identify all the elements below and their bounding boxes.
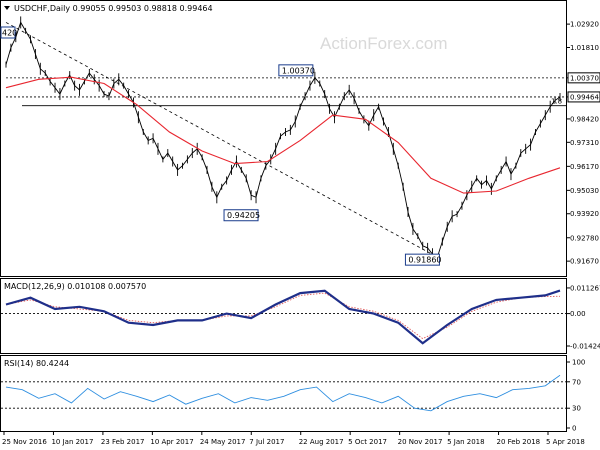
annotation-label: 1.00370 bbox=[282, 66, 315, 75]
price-tick-label: 0.92780 bbox=[570, 234, 599, 242]
rsi-tick-label: 0 bbox=[572, 425, 576, 433]
price-tick-label: 0.91670 bbox=[570, 258, 599, 266]
date-tick-label: 20 Feb 2018 bbox=[497, 438, 541, 446]
left-edge-label: 420 bbox=[2, 29, 17, 38]
price-panel-title: USDCHF,Daily 0.99055 0.99503 0.98818 0.9… bbox=[14, 4, 213, 13]
macd-tick-label: 0.00 bbox=[570, 310, 586, 318]
price-tick-label: 1.00370 bbox=[570, 74, 599, 82]
date-tick-label: 20 Nov 2017 bbox=[398, 438, 443, 446]
price-tick-label: 0.98420 bbox=[570, 115, 599, 123]
macd-tick-label: -0.014247 bbox=[570, 343, 600, 351]
date-tick-label: 10 Jan 2017 bbox=[51, 438, 93, 446]
watermark: ActionForex.com bbox=[320, 34, 448, 53]
date-tick-label: 22 Aug 2017 bbox=[299, 438, 344, 446]
price-tick-label: 0.97310 bbox=[570, 139, 599, 147]
rsi-panel: RSI(14) 80.4244 bbox=[0, 355, 567, 432]
date-tick-label: 23 Feb 2017 bbox=[101, 438, 145, 446]
date-tick-label: 24 May 2017 bbox=[200, 438, 246, 446]
date-tick-label: 5 Apr 2018 bbox=[546, 438, 585, 446]
rsi-panel-title: RSI(14) 80.4244 bbox=[4, 359, 69, 368]
rsi-tick-label: 70 bbox=[572, 378, 581, 386]
macd-tick-label: 0.011267 bbox=[570, 284, 600, 292]
price-tick-label: 0.99464 bbox=[570, 93, 599, 101]
macd-panel-title: MACD(12,26,9) 0.010108 0.007570 bbox=[4, 282, 146, 291]
macd-panel: MACD(12,26,9) 0.010108 0.007570 bbox=[0, 278, 567, 354]
rsi-tick-label: 30 bbox=[572, 405, 581, 413]
annotation-label: 0.94205 bbox=[227, 211, 260, 220]
date-tick-label: 25 Nov 2016 bbox=[2, 438, 47, 446]
date-tick-label: 5 Jan 2018 bbox=[447, 438, 485, 446]
rsi-tick-label: 100 bbox=[572, 359, 585, 367]
price-panel: ActionForex.com USDCHF,Daily 0.99055 0.9… bbox=[0, 0, 567, 277]
date-tick-label: 10 Apr 2017 bbox=[150, 438, 193, 446]
date-tick-label: 5 Oct 2017 bbox=[348, 438, 387, 446]
price-tick-label: 0.95030 bbox=[570, 187, 599, 195]
price-tick-label: 1.01810 bbox=[570, 44, 599, 52]
price-tick-label: 0.96170 bbox=[570, 163, 599, 171]
forex-chart: ActionForex.com USDCHF,Daily 0.99055 0.9… bbox=[0, 0, 600, 450]
annotation-label: 0.91860 bbox=[408, 256, 441, 265]
price-tick-label: 1.02920 bbox=[570, 21, 599, 29]
date-tick-label: 7 Jul 2017 bbox=[249, 438, 284, 446]
price-tick-label: 0.93920 bbox=[570, 210, 599, 218]
